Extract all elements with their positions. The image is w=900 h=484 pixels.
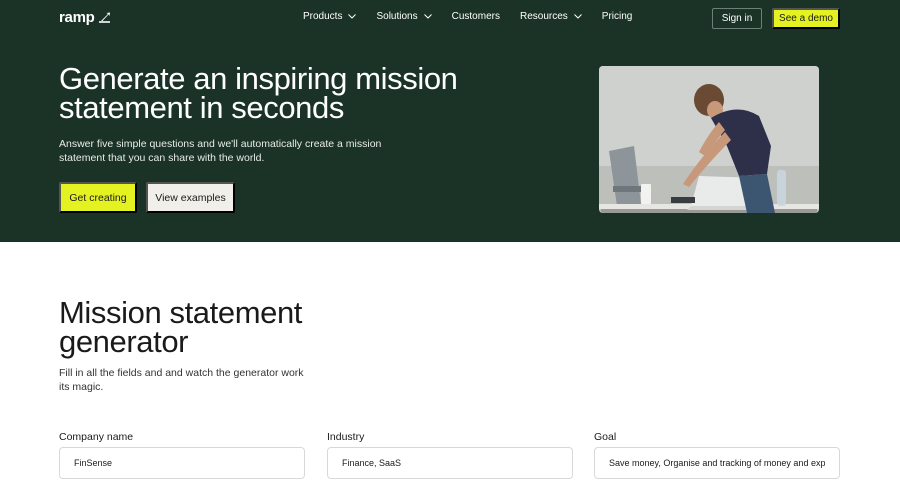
nav-resources[interactable]: Resources [520,11,582,22]
nav-customers-label: Customers [451,11,500,22]
generator-subtitle: Fill in all the fields and and watch the… [59,367,304,393]
chevron-down-icon [423,14,432,19]
nav-products[interactable]: Products [303,11,357,22]
hero-title: Generate an inspiring mission statement … [59,61,458,125]
see-demo-button[interactable]: See a demo [772,8,840,29]
hero-photo [599,66,819,213]
nav-solutions[interactable]: Solutions [376,11,432,22]
company-name-input[interactable] [59,447,305,479]
hero-subtitle: Answer five simple questions and we'll a… [59,138,382,164]
hero-section: ramp Products Solutions Customers Resour… [0,0,900,242]
main-menu: Products Solutions Customers Resources P… [303,11,652,22]
company-name-label: Company name [59,431,134,443]
ramp-mark-icon [98,12,111,23]
nav-products-label: Products [303,11,343,22]
nav-pricing-label: Pricing [601,11,633,22]
ramp-logo[interactable]: ramp [59,9,111,26]
top-nav: ramp Products Solutions Customers Resour… [0,0,900,36]
sign-in-button[interactable]: Sign in [712,8,762,29]
generator-title: Mission statement generator [59,295,303,359]
industry-input[interactable] [327,447,573,479]
nav-solutions-label: Solutions [376,11,418,22]
nav-pricing[interactable]: Pricing [602,11,633,22]
chevron-down-icon [348,14,357,19]
logo-text: ramp [59,9,95,26]
goal-input[interactable] [594,447,840,479]
nav-customers[interactable]: Customers [452,11,500,22]
nav-resources-label: Resources [519,11,568,22]
chevron-down-icon [573,14,582,19]
view-examples-button[interactable]: View examples [146,182,235,213]
goal-label: Goal [594,431,617,443]
get-creating-button[interactable]: Get creating [59,182,137,213]
industry-label: Industry [327,431,365,443]
